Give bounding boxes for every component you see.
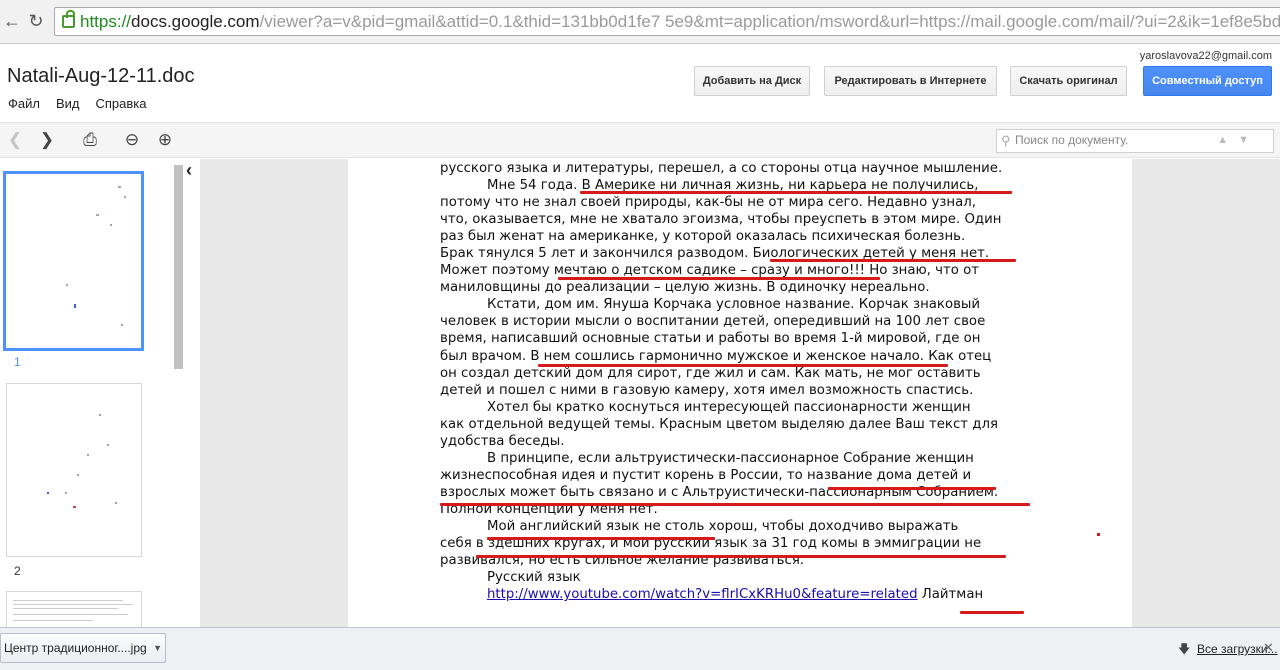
document-line: он создал детский дом для сирот, где жил… [440, 365, 981, 381]
browser-toolbar: ← ↻ https://docs.google.com/viewer?a=v&p… [0, 0, 1280, 44]
download-icon: 🡇 [1178, 642, 1191, 656]
chevron-right-icon[interactable]: ❯ [37, 130, 57, 150]
document-line: время, написавший основные статьи и рабо… [440, 331, 981, 347]
address-bar[interactable]: https://docs.google.com/viewer?a=v&pid=g… [54, 7, 1280, 36]
back-arrow-icon[interactable]: ← [2, 9, 22, 33]
youtube-link[interactable]: http://www.youtube.com/watch?v=flrICxKRH… [487, 587, 918, 602]
document-line: Хотел бы кратко коснуться интересующей п… [487, 399, 971, 415]
red-underline [440, 503, 1030, 506]
document-line: потому что не знал своей природы, как-бы… [440, 195, 976, 211]
print-icon[interactable]: ⎙ [80, 130, 100, 150]
document-line: удобства беседы. [440, 433, 565, 449]
red-underline [476, 555, 1006, 558]
page-number-2: 2 [14, 564, 21, 578]
thumbnail-pane: 1 2 [0, 159, 188, 631]
document-search[interactable]: ⚲ ▲▼ [996, 129, 1274, 153]
red-underline [960, 611, 1024, 614]
document-line: детей и пошел с ними в газовую камеру, х… [440, 382, 974, 398]
red-underline [538, 364, 948, 367]
account-email[interactable]: yaroslavova22@gmail.com [1140, 50, 1272, 62]
browser-window: ← ↻ https://docs.google.com/viewer?a=v&p… [0, 0, 1280, 670]
document-line: человек в истории мысли о воспитании дет… [440, 314, 986, 330]
close-icon[interactable]: ✕ [1263, 640, 1274, 656]
lock-icon [62, 10, 75, 28]
page-thumbnail-1[interactable] [3, 171, 144, 351]
document-line: русского языка и литературы, перешел, а … [440, 161, 1003, 176]
search-icon: ⚲ [1001, 133, 1011, 148]
document-link-line: http://www.youtube.com/watch?v=flrICxKRH… [440, 586, 1040, 603]
page-number-1: 1 [14, 355, 21, 369]
url-scheme: https:// [80, 12, 132, 31]
red-underline [558, 277, 880, 280]
document-line: как отдельной ведущей темы. Красным цвет… [440, 416, 998, 432]
red-underline [770, 259, 1016, 262]
reload-icon[interactable]: ↻ [26, 9, 46, 33]
document-line: что, оказывается, мне не хватало эгоизма… [440, 212, 1002, 228]
url-text: https://docs.google.com/viewer?a=v&pid=g… [80, 12, 1280, 32]
add-to-drive-button[interactable]: Добавить на Диск [694, 66, 810, 96]
document-line: В принципе, если альтруистически-пассион… [487, 450, 974, 466]
thumbnail-scrollbar[interactable] [174, 165, 183, 369]
search-nav-arrows-icon[interactable]: ▲▼ [1217, 134, 1259, 146]
document-title: Natali-Aug-12-11.doc [7, 65, 195, 87]
red-mark [1097, 533, 1100, 536]
menu-file[interactable]: Файл [8, 96, 40, 111]
document-line: маниловщины до реализации – целую жизнь.… [440, 280, 930, 296]
document-line: жизнеспособная идея и пустит корень в Ро… [440, 467, 972, 483]
document-line: раз был женат на американке, у которой о… [440, 229, 966, 245]
page-thumbnail-3[interactable] [6, 591, 142, 631]
downloads-bar: Центр традиционног....jpg ▼ 🡇 Все загруз… [0, 627, 1280, 670]
red-underline [828, 487, 996, 490]
search-input[interactable] [1015, 133, 1215, 147]
red-underline [487, 537, 715, 540]
download-original-button[interactable]: Скачать оригинал [1010, 66, 1127, 96]
red-underline [580, 191, 1012, 194]
download-item[interactable]: Центр традиционног....jpg ▼ [0, 633, 166, 663]
edit-online-button[interactable]: Редактировать в Интернете [824, 66, 997, 96]
collapse-panel-chevron-icon[interactable]: ‹ [186, 160, 192, 181]
document-line: Русский язык [487, 570, 581, 586]
chevron-down-icon[interactable]: ▼ [153, 634, 162, 662]
menu-view[interactable]: Вид [56, 96, 80, 111]
url-host: docs.google.com [131, 12, 260, 31]
document-line: Кстати, дом им. Януша Корчака условное н… [487, 297, 981, 313]
share-button[interactable]: Совместный доступ [1143, 66, 1272, 96]
chevron-left-icon[interactable]: ❮ [5, 130, 25, 150]
download-filename: Центр традиционног....jpg [4, 641, 147, 655]
menu-help[interactable]: Справка [96, 96, 147, 111]
menu-bar: Файл Вид Справка [8, 96, 163, 111]
page-thumbnail-2[interactable] [6, 383, 142, 557]
viewer-toolbar: ❮ ❯ ⎙ ⊖ ⊕ ⚲ ▲▼ [0, 122, 1280, 158]
zoom-in-icon[interactable]: ⊕ [155, 130, 175, 150]
url-path: /viewer?a=v&pid=gmail&attid=0.1&thid=131… [259, 12, 1280, 31]
document-line: Мой английский язык не столь хорош, чтоб… [487, 518, 959, 534]
link-trailing-text: Лайтман [917, 587, 984, 603]
zoom-out-icon[interactable]: ⊖ [122, 130, 142, 150]
document-line: был врачом. В нем сошлись гармонично муж… [440, 348, 992, 364]
